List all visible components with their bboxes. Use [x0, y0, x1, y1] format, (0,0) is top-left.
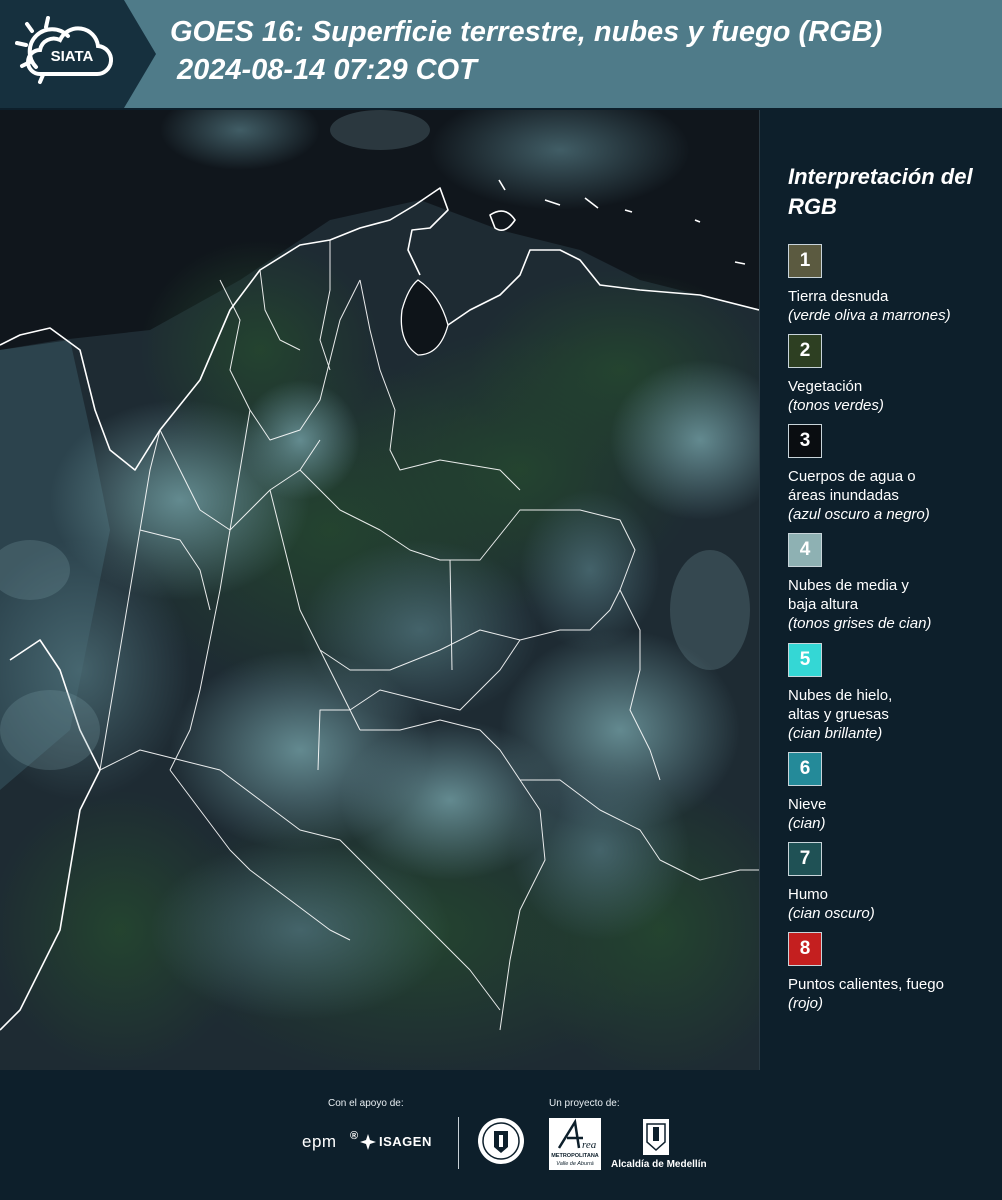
legend-item-desc: (tonos verdes) — [788, 397, 884, 414]
metropolitana-text: METROPOLITANA — [551, 1153, 599, 1159]
legend-item-label: Nubes de media y baja altura — [788, 577, 909, 613]
satellite-map[interactable] — [0, 110, 760, 1070]
legend-swatch: 8 — [788, 932, 822, 966]
project-label: Un proyecto de: — [549, 1098, 620, 1109]
legend-item-smoke: 7 Humo (cian oscuro) — [788, 842, 998, 923]
alcaldia-text: Alcaldía de Medellín — [611, 1159, 707, 1170]
svg-text:rea: rea — [582, 1139, 597, 1151]
legend-title: Interpretación del RGB — [788, 164, 973, 219]
legend-item-label: Tierra desnuda — [788, 288, 889, 305]
legend-item-label: Nieve — [788, 796, 827, 813]
isagen-icon — [360, 1134, 376, 1155]
legend-item-water: 3 Cuerpos de agua o áreas inundadas (azu… — [788, 424, 998, 524]
legend-item-desc: (cian) — [788, 815, 826, 832]
footer-divider — [458, 1117, 459, 1169]
legend-item-low-clouds: 4 Nubes de media y baja altura (tonos gr… — [788, 533, 998, 633]
siata-logo: SIATA — [0, 0, 160, 108]
legend-item-snow: 6 Nieve (cian) — [788, 752, 998, 833]
alcaldia-shield-icon — [642, 1118, 670, 1161]
legend-swatch: 6 — [788, 752, 822, 786]
legend-item-desc: (rojo) — [788, 995, 824, 1012]
legend-item-label: Humo — [788, 886, 829, 903]
footer: Con el apoyo de: Un proyecto de: epm ® I… — [0, 1070, 1002, 1200]
legend-item-label: Vegetación — [788, 378, 863, 395]
epm-logo: epm — [302, 1132, 337, 1151]
legend-swatch: 7 — [788, 842, 822, 876]
legend-item-vegetation: 2 Vegetación (tonos verdes) — [788, 334, 998, 415]
legend-swatch: 1 — [788, 244, 822, 278]
valle-aburra-text: Valle de Aburrá — [556, 1161, 594, 1167]
legend-item-desc: (azul oscuro a negro) — [788, 506, 930, 523]
isagen-logo: ISAGEN — [379, 1134, 432, 1149]
logo-text: SIATA — [51, 48, 94, 65]
legend-item-label: Nubes de hielo, altas y gruesas — [788, 687, 893, 723]
legend-item-label: Cuerpos de agua o áreas inundadas — [788, 468, 916, 504]
rgb-legend: Interpretación del RGB 1 Tierra desnuda … — [770, 110, 1002, 1070]
timestamp: 2024-08-14 07:29 COT — [177, 54, 477, 86]
legend-item-desc: (cian oscuro) — [788, 905, 875, 922]
legend-swatch: 4 — [788, 533, 822, 567]
legend-item-label: Puntos calientes, fuego — [788, 976, 944, 993]
legend-item-ice-clouds: 5 Nubes de hielo, altas y gruesas (cian … — [788, 643, 998, 743]
legend-item-desc: (verde oliva a marrones) — [788, 307, 951, 324]
area-metropolitana-logo: rea METROPOLITANA Valle de Aburrá — [549, 1118, 601, 1170]
legend-item-bare-soil: 1 Tierra desnuda (verde oliva a marrones… — [788, 244, 998, 325]
legend-swatch: 2 — [788, 334, 822, 368]
legend-item-desc: (tonos grises de cian) — [788, 615, 932, 632]
legend-item-desc: (cian brillante) — [788, 725, 883, 742]
medellin-seal-icon — [477, 1117, 525, 1170]
registered-mark: ® — [350, 1130, 359, 1142]
legend-swatch: 5 — [788, 643, 822, 677]
legend-swatch: 3 — [788, 424, 822, 458]
header-bar: SIATA GOES 16: Superficie terrestre, nub… — [0, 0, 1002, 108]
support-label: Con el apoyo de: — [328, 1098, 404, 1109]
legend-item-fire: 8 Puntos calientes, fuego (rojo) — [788, 932, 998, 1013]
page-title: GOES 16: Superficie terrestre, nubes y f… — [170, 16, 883, 48]
